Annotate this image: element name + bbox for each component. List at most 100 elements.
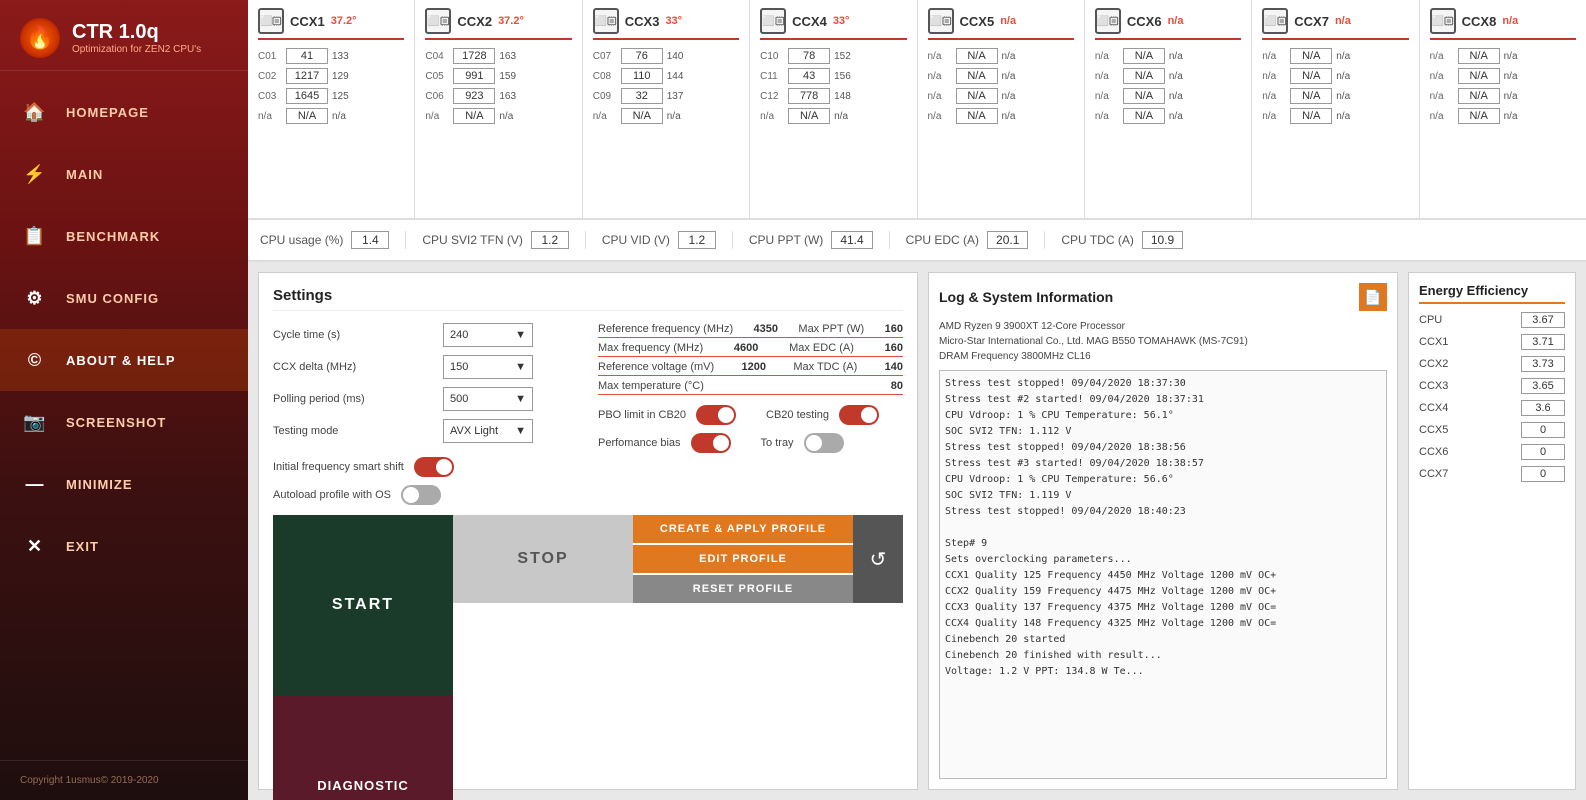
system-line2: Micro-Star International Co., Ltd. MAG B… <box>939 334 1387 349</box>
settings-right-col: Reference frequency (MHz) 4350 Max PPT (… <box>598 323 903 505</box>
list-item: Voltage: 1.2 V PPT: 134.8 W Te... <box>945 664 1381 680</box>
table-row: C08 110 144 <box>593 68 739 84</box>
log-panel: Log & System Information 📄 AMD Ryzen 9 3… <box>928 272 1398 790</box>
table-row: n/a N/A n/a <box>258 108 404 124</box>
perf-bias-row: Perfomance bias To tray <box>598 433 903 453</box>
table-row: n/a N/A n/a <box>1095 68 1241 84</box>
ccx-delta-dropdown[interactable]: 150 ▼ <box>443 355 533 379</box>
list-item: CCX2 Quality 159 Frequency 4475 MHz Volt… <box>945 584 1381 600</box>
chip-icon-5 <box>928 8 954 34</box>
settings-left-col: Cycle time (s) 240 ▼ CCX delta (MHz) 150… <box>273 323 578 505</box>
sidebar-item-minimize[interactable]: — MINIMIZE <box>0 453 248 515</box>
table-row: n/a N/A n/a <box>1262 48 1408 64</box>
energy-row-ccx7: CCX7 0 <box>1419 466 1565 482</box>
status-item-1: CPU SVI2 TFN (V) 1.2 <box>406 231 585 249</box>
perf-bias-toggle[interactable] <box>691 433 731 453</box>
table-row: n/a N/A n/a <box>928 108 1074 124</box>
table-row: n/a N/A n/a <box>1430 88 1576 104</box>
home-icon: 🏠 <box>20 97 50 127</box>
sidebar-item-about[interactable]: © ABOUT & HELP <box>0 329 248 391</box>
energy-title: Energy Efficiency <box>1419 283 1565 304</box>
max-tdc-value: 140 <box>885 361 903 373</box>
copyright: Copyright 1usmus© 2019-2020 <box>0 760 248 800</box>
chip-icon-7 <box>1262 8 1288 34</box>
max-temp-label: Max temperature (°C) <box>598 380 704 392</box>
ccx-temp-8: n/a <box>1502 15 1518 27</box>
ccx-name-2: CCX2 <box>457 14 492 29</box>
gauge-icon: ⚡ <box>20 159 50 189</box>
sidebar-label-homepage: HOMEPAGE <box>66 105 149 120</box>
ccx-name-8: CCX8 <box>1462 14 1497 29</box>
energy-row-ccx1: CCX1 3.71 <box>1419 334 1565 350</box>
testing-mode-label: Testing mode <box>273 425 433 437</box>
sidebar-item-exit[interactable]: ✕ EXIT <box>0 515 248 577</box>
autoload-label: Autoload profile with OS <box>273 489 391 501</box>
edit-profile-button[interactable]: EDIT PROFILE <box>633 545 853 573</box>
system-line3: DRAM Frequency 3800MHz CL16 <box>939 349 1387 364</box>
start-button[interactable]: START <box>273 515 453 695</box>
polling-dropdown[interactable]: 500 ▼ <box>443 387 533 411</box>
ccx-temp-2: 37.2° <box>498 15 524 27</box>
sidebar-label-benchmark: BENCHMARK <box>66 229 160 244</box>
sidebar-item-screenshot[interactable]: 📷 SCREENSHOT <box>0 391 248 453</box>
ccx-temp-5: n/a <box>1000 15 1016 27</box>
ccx-block-7: CCX7 n/a n/a N/A n/a n/a N/A n/a n/a N/A… <box>1252 0 1419 218</box>
max-temp-value: 80 <box>891 380 903 392</box>
log-copy-icon[interactable]: 📄 <box>1359 283 1387 311</box>
reset-profile-button[interactable]: RESET PROFILE <box>633 575 853 603</box>
log-entries[interactable]: Stress test stopped! 09/04/2020 18:37:30… <box>939 370 1387 779</box>
ccx-name-1: CCX1 <box>290 14 325 29</box>
refresh-button[interactable]: ↺ <box>853 515 903 603</box>
app-logo: 🔥 CTR 1.0q Optimization for ZEN2 CPU's <box>0 0 248 71</box>
pbo-limit-toggle[interactable] <box>696 405 736 425</box>
exit-icon: ✕ <box>20 531 50 561</box>
sidebar-item-main[interactable]: ⚡ MAIN <box>0 143 248 205</box>
list-item: SOC SVI2 TFN: 1.112 V <box>945 424 1381 440</box>
settings-panel: Settings Cycle time (s) 240 ▼ CCX delta … <box>258 272 918 790</box>
energy-row-cpu: CPU 3.67 <box>1419 312 1565 328</box>
max-ppt-value: 160 <box>885 323 903 335</box>
stop-button[interactable]: STOP <box>453 515 633 603</box>
ccx-block-2: CCX2 37.2° C04 1728 163 C05 991 159 C06 … <box>415 0 582 218</box>
table-row: C07 76 140 <box>593 48 739 64</box>
sidebar-item-homepage[interactable]: 🏠 HOMEPAGE <box>0 81 248 143</box>
sidebar-label-about: ABOUT & HELP <box>66 353 176 368</box>
diagnostic-button[interactable]: DIAGNOSTIC <box>273 695 453 800</box>
sidebar-item-smu-config[interactable]: ⚙ SMU CONFIG <box>0 267 248 329</box>
table-row: C05 991 159 <box>425 68 571 84</box>
table-row: n/a N/A n/a <box>1095 108 1241 124</box>
sidebar-label-screenshot: SCREENSHOT <box>66 415 166 430</box>
list-item: Stress test stopped! 09/04/2020 18:38:56 <box>945 440 1381 456</box>
ccx-name-3: CCX3 <box>625 14 660 29</box>
max-freq-label: Max frequency (MHz) <box>598 342 703 354</box>
ccx-block-1: CCX1 37.2° C01 41 133 C02 1217 129 C03 1… <box>248 0 415 218</box>
benchmark-icon: 📋 <box>20 221 50 251</box>
cb20-toggle[interactable] <box>839 405 879 425</box>
table-row: n/a N/A n/a <box>1430 68 1576 84</box>
list-item: Sets overclocking parameters... <box>945 552 1381 568</box>
table-row: C04 1728 163 <box>425 48 571 64</box>
sidebar-item-benchmark[interactable]: 📋 BENCHMARK <box>0 205 248 267</box>
create-profile-button[interactable]: CREATE & APPLY PROFILE <box>633 515 853 543</box>
to-tray-toggle[interactable] <box>804 433 844 453</box>
status-bar: CPU usage (%) 1.4 CPU SVI2 TFN (V) 1.2 C… <box>248 220 1586 262</box>
log-title: Log & System Information <box>939 289 1113 305</box>
sidebar-label-main: MAIN <box>66 167 103 182</box>
list-item: Step# 9 <box>945 536 1381 552</box>
cycle-time-row: Cycle time (s) 240 ▼ <box>273 323 578 347</box>
minimize-icon: — <box>20 469 50 499</box>
status-item-5: CPU TDC (A) 10.9 <box>1045 231 1199 249</box>
autoload-toggle[interactable] <box>401 485 441 505</box>
ref-volt-row: Reference voltage (mV) 1200 Max TDC (A) … <box>598 361 903 376</box>
ccx-temp-4: 33° <box>833 15 850 27</box>
ref-freq-value: 4350 <box>754 323 778 335</box>
table-row: C02 1217 129 <box>258 68 404 84</box>
cycle-time-dropdown[interactable]: 240 ▼ <box>443 323 533 347</box>
chip-icon-8 <box>1430 8 1456 34</box>
table-row: n/a N/A n/a <box>928 48 1074 64</box>
smart-shift-toggle[interactable] <box>414 457 454 477</box>
list-item: CCX3 Quality 137 Frequency 4375 MHz Volt… <box>945 600 1381 616</box>
table-row: n/a N/A n/a <box>760 108 906 124</box>
testing-mode-dropdown[interactable]: AVX Light ▼ <box>443 419 533 443</box>
app-title: CTR 1.0q <box>72 21 201 44</box>
